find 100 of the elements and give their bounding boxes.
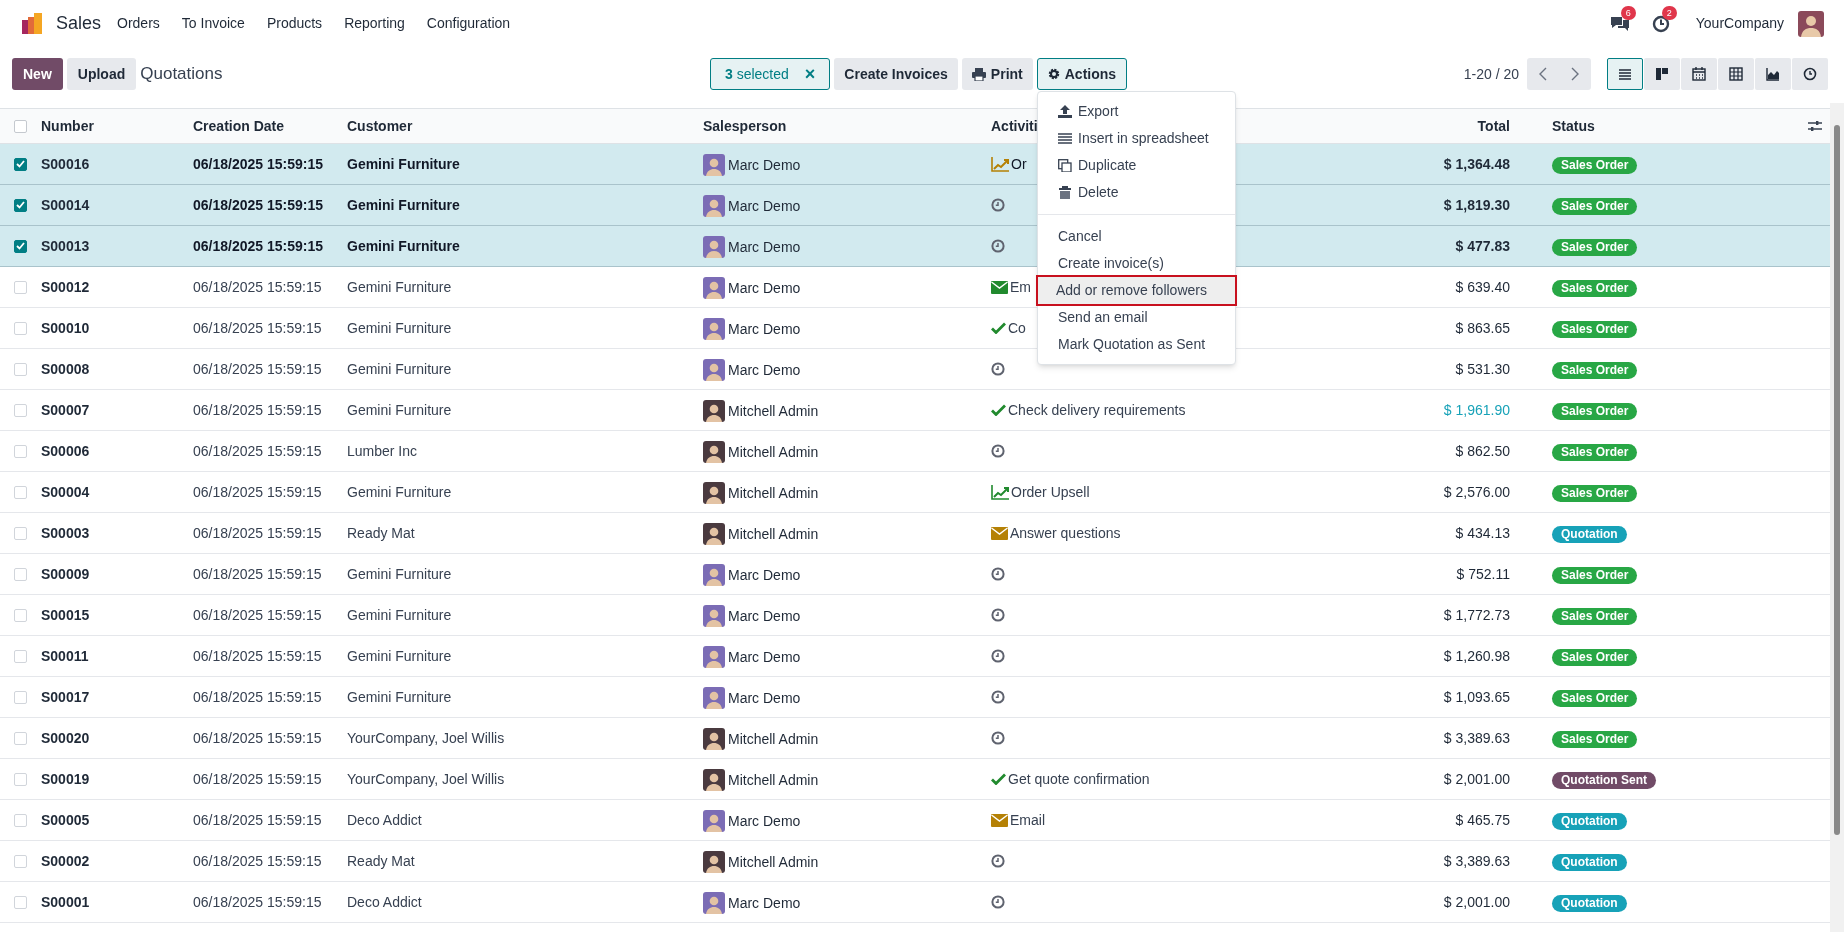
order-number: S00005 — [41, 811, 90, 828]
dropdown-menu-item[interactable]: Mark Quotation as Sent — [1038, 331, 1235, 358]
salesperson-name: Mitchell Admin — [728, 852, 819, 872]
clock-icon[interactable] — [991, 362, 1005, 376]
order-number: S00001 — [41, 893, 90, 910]
status-badge: Sales Order — [1552, 689, 1638, 707]
salesperson-name: Marc Demo — [728, 319, 801, 339]
menu-item[interactable]: Reporting — [344, 13, 405, 34]
graph-view-icon — [1765, 66, 1781, 82]
upload-icon — [1058, 105, 1072, 118]
salesperson-name: Marc Demo — [728, 893, 801, 913]
clock-icon[interactable] — [1651, 14, 1670, 33]
dropdown-menu-item[interactable]: Cancel — [1038, 223, 1235, 250]
app-name[interactable]: Sales — [56, 10, 102, 37]
trend-chart-icon[interactable] — [991, 484, 1009, 500]
customer-name: Lumber Inc — [347, 442, 418, 459]
user-avatar[interactable] — [1798, 10, 1824, 37]
scrollbar[interactable] — [1830, 103, 1844, 932]
column-header[interactable]: Status — [1552, 117, 1595, 134]
order-number: S00004 — [41, 483, 90, 500]
app-logo-icon[interactable] — [20, 11, 44, 36]
order-number: S00016 — [41, 155, 90, 172]
column-header[interactable]: Total — [1477, 117, 1510, 134]
activity-summary: Order Upsell — [1011, 482, 1090, 502]
envelope-icon[interactable] — [991, 526, 1008, 540]
view-switch-button[interactable] — [1681, 58, 1717, 90]
order-total: $ 1,364.48 — [1443, 155, 1510, 172]
order-number: S00006 — [41, 442, 90, 459]
clock-icon[interactable] — [991, 239, 1005, 253]
clock-icon[interactable] — [991, 895, 1005, 909]
action-button[interactable]: Create Invoices — [834, 58, 958, 90]
menu-item[interactable]: To Invoice — [181, 13, 245, 34]
activity-summary: Email — [1010, 810, 1045, 830]
envelope-icon[interactable] — [991, 813, 1008, 827]
column-settings-icon[interactable] — [1808, 120, 1822, 132]
order-total: $ 863.65 — [1455, 319, 1510, 336]
view-switch-button[interactable] — [1792, 58, 1828, 90]
order-number: S00007 — [41, 401, 90, 418]
clock-icon[interactable] — [991, 198, 1005, 212]
order-number: S00019 — [41, 770, 90, 787]
view-switch-button[interactable] — [1644, 58, 1680, 90]
view-switch-button[interactable] — [1607, 58, 1643, 90]
clock-icon[interactable] — [991, 854, 1005, 868]
action-button[interactable]: Actions — [1036, 58, 1128, 90]
dropdown-menu-item[interactable]: Duplicate — [1038, 152, 1235, 179]
chat-icon[interactable] — [1609, 14, 1630, 33]
view-switch-button[interactable] — [1755, 58, 1791, 90]
order-number: S00002 — [41, 852, 90, 869]
action-button[interactable]: Print — [961, 58, 1033, 90]
salesperson-name: Mitchell Admin — [728, 524, 819, 544]
trend-chart-icon[interactable] — [991, 156, 1009, 172]
column-header[interactable]: Activiti — [991, 117, 1038, 134]
column-header[interactable]: Customer — [347, 117, 413, 134]
dropdown-menu-item[interactable]: Create invoice(s) — [1038, 250, 1235, 277]
company-name[interactable]: YourCompany — [1695, 13, 1784, 34]
clock-icon[interactable] — [991, 608, 1005, 622]
clock-icon[interactable] — [991, 567, 1005, 581]
select-all-checkbox[interactable] — [14, 119, 27, 133]
customer-name: Deco Addict — [347, 893, 422, 910]
view-switch-button[interactable] — [1718, 58, 1754, 90]
activity-summary: Get quote confirmation — [1008, 769, 1150, 789]
menu-item[interactable]: Configuration — [426, 13, 511, 34]
upload-button[interactable]: Upload — [66, 58, 137, 90]
menu-item[interactable]: Products — [266, 13, 323, 34]
checkmark-icon[interactable] — [991, 322, 1006, 334]
customer-name: YourCompany, Joel Willis — [347, 770, 505, 787]
creation-date: 06/18/2025 15:59:15 — [193, 360, 322, 377]
salesperson-name: Marc Demo — [728, 688, 801, 708]
order-number: S00020 — [41, 729, 90, 746]
creation-date: 06/18/2025 15:59:15 — [193, 278, 322, 295]
dropdown-menu-item[interactable]: Send an email — [1038, 304, 1235, 331]
salesperson-name: Marc Demo — [728, 360, 801, 380]
row-checkbox[interactable] — [14, 239, 27, 253]
menu-item[interactable]: Orders — [117, 13, 160, 34]
clock-icon[interactable] — [991, 649, 1005, 663]
status-badge: Quotation Sent — [1552, 771, 1656, 789]
status-badge: Sales Order — [1552, 566, 1638, 584]
dropdown-menu-item[interactable]: Delete — [1038, 179, 1235, 206]
clock-icon[interactable] — [991, 731, 1005, 745]
creation-date: 06/18/2025 15:59:15 — [193, 237, 323, 254]
activity-count-badge: 2 — [1661, 5, 1677, 20]
order-number: S00011 — [41, 647, 89, 664]
checkmark-icon[interactable] — [991, 404, 1006, 416]
clear-selection-button[interactable]: × — [804, 65, 816, 83]
pager-value[interactable]: 1-20 / 20 — [1463, 63, 1519, 85]
column-header[interactable]: Salesperson — [703, 117, 787, 134]
row-checkbox[interactable] — [14, 198, 27, 212]
activity-summary: Em — [1010, 277, 1031, 297]
clock-icon[interactable] — [991, 444, 1005, 458]
row-checkbox[interactable] — [14, 157, 27, 171]
new-button[interactable]: New — [12, 58, 63, 90]
column-header[interactable]: Number — [41, 117, 94, 134]
dropdown-menu-item[interactable]: Add or remove followers — [1038, 277, 1235, 304]
checkmark-icon[interactable] — [991, 773, 1006, 785]
creation-date: 06/18/2025 15:59:15 — [193, 565, 322, 582]
clock-icon[interactable] — [991, 690, 1005, 704]
dropdown-menu-item[interactable]: Insert in spreadsheet — [1038, 125, 1235, 152]
dropdown-menu-item[interactable]: Export — [1038, 98, 1235, 125]
column-header[interactable]: Creation Date — [193, 117, 285, 134]
envelope-icon[interactable] — [991, 280, 1008, 294]
